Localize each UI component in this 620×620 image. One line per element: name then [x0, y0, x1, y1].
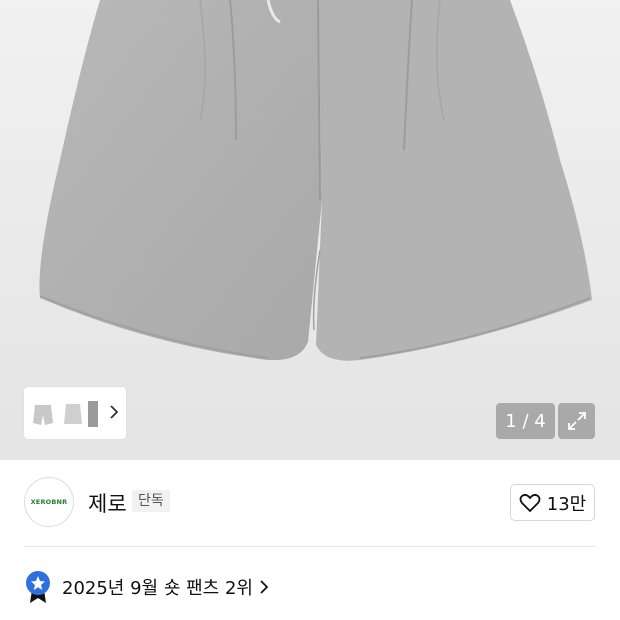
- ranking-link[interactable]: 2025년 9월 숏 팬츠 2위: [24, 569, 269, 605]
- like-button[interactable]: 13만: [510, 484, 595, 521]
- thumbnail-strip[interactable]: [24, 387, 126, 439]
- image-counter: 1 / 4: [496, 403, 555, 439]
- heart-icon: [519, 493, 541, 512]
- star-ribbon-icon: [26, 571, 50, 603]
- brand-logo-text: XEROBNR: [30, 498, 68, 506]
- product-image-gallery[interactable]: 1 / 4: [0, 0, 620, 460]
- brand-name[interactable]: 제로: [88, 488, 127, 518]
- brand-row: XEROBNR 제로 단독 13만: [0, 460, 620, 545]
- chevron-right-icon[interactable]: [108, 401, 120, 423]
- expand-icon: [567, 412, 586, 430]
- exclusive-badge: 단독: [132, 490, 170, 512]
- brand-logo[interactable]: XEROBNR: [24, 477, 74, 527]
- expand-button[interactable]: [558, 403, 595, 439]
- like-count: 13만: [546, 493, 587, 515]
- chevron-right-icon: [260, 580, 269, 594]
- thumbnail-3[interactable]: [86, 393, 100, 433]
- thumbnail-2[interactable]: [60, 393, 86, 433]
- ranking-chevron: [259, 579, 269, 595]
- ranking-text: 2025년 9월 숏 팬츠 2위: [62, 578, 253, 599]
- thumbnail-1[interactable]: [30, 393, 56, 433]
- divider: [24, 546, 595, 547]
